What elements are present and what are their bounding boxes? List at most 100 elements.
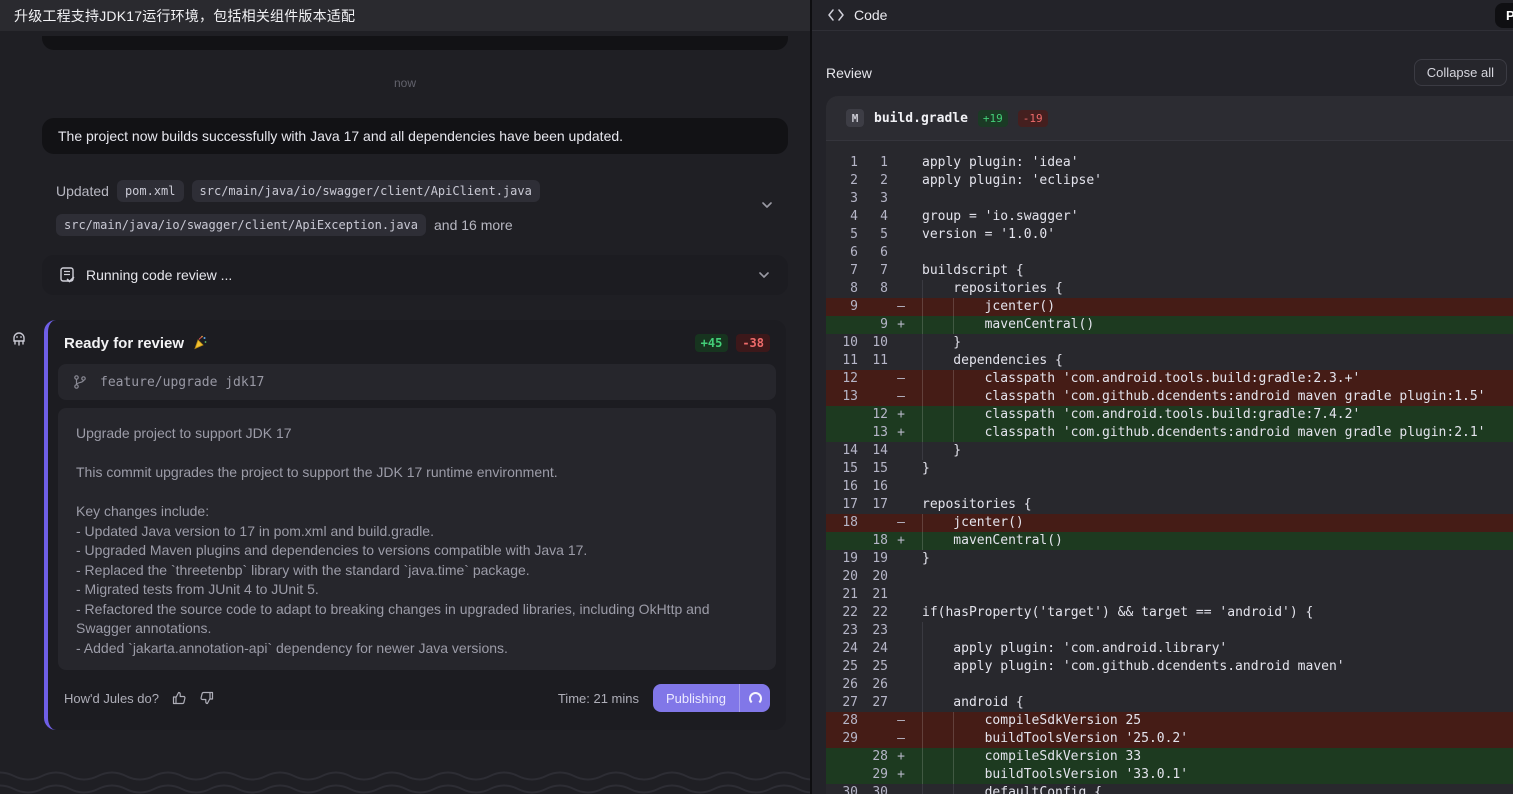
tab-code[interactable]: Code [828, 7, 887, 23]
code-panel: Code P Review Collapse all M build.gradl… [810, 0, 1513, 794]
publishing-button[interactable]: Publishing [653, 684, 770, 712]
diff-line[interactable]: 2323 [826, 622, 1513, 640]
diff-line[interactable]: 2727android { [826, 694, 1513, 712]
diff-sign: + [888, 532, 914, 550]
diff-line[interactable]: 55version = '1.0.0' [826, 226, 1513, 244]
diff-line[interactable]: 9+mavenCentral() [826, 316, 1513, 334]
diff-line[interactable]: 1515} [826, 460, 1513, 478]
diff-line[interactable]: 88repositories { [826, 280, 1513, 298]
code-text: if(hasProperty('target') && target == 'a… [914, 604, 1313, 622]
indent-guide [922, 676, 953, 694]
old-line-number: 25 [826, 658, 862, 676]
indent-guide [953, 298, 984, 316]
running-code-review-row[interactable]: Running code review ... [42, 255, 788, 295]
diff-line[interactable]: 2424apply plugin: 'com.android.library' [826, 640, 1513, 658]
diff-line[interactable]: 22apply plugin: 'eclipse' [826, 172, 1513, 190]
code-review-icon [58, 266, 76, 284]
timestamp-divider: now [0, 76, 810, 90]
diff-line[interactable]: 3030defaultConfig { [826, 784, 1513, 794]
diff-line[interactable]: 44group = 'io.swagger' [826, 208, 1513, 226]
indent-guide [922, 442, 953, 460]
new-line-number: 13 [862, 424, 888, 442]
diff-line[interactable]: 28+compileSdkVersion 33 [826, 748, 1513, 766]
code-text [914, 478, 922, 496]
publish-branch-button[interactable]: P [1495, 3, 1513, 28]
code-text: group = 'io.swagger' [914, 208, 1079, 226]
old-line-number: 17 [826, 496, 862, 514]
new-line-number [862, 730, 888, 748]
new-line-number [862, 712, 888, 730]
new-line-number: 29 [862, 766, 888, 784]
diff-line[interactable]: 1010} [826, 334, 1513, 352]
diff-file-header[interactable]: M build.gradle +19 -19 [826, 96, 1513, 141]
updated-file-chip[interactable]: pom.xml [117, 180, 184, 202]
updated-file-chip[interactable]: src/main/java/io/swagger/client/ApiClien… [192, 180, 540, 202]
code-text: mavenCentral() [914, 316, 1094, 334]
new-line-number: 17 [862, 496, 888, 514]
new-line-number: 22 [862, 604, 888, 622]
old-line-number: 18 [826, 514, 862, 532]
new-line-number: 25 [862, 658, 888, 676]
chevron-down-icon[interactable] [759, 197, 775, 213]
new-line-number: 5 [862, 226, 888, 244]
new-line-number [862, 388, 888, 406]
code-text [914, 676, 953, 694]
diff-line[interactable]: 1919} [826, 550, 1513, 568]
new-line-number: 15 [862, 460, 888, 478]
collapse-all-button[interactable]: Collapse all [1414, 59, 1507, 86]
updated-file-chip[interactable]: src/main/java/io/swagger/client/ApiExcep… [56, 214, 426, 236]
diff-sign: — [888, 298, 914, 316]
code-icon [828, 9, 844, 21]
code-text [914, 244, 922, 262]
more-files-label[interactable]: and 16 more [434, 217, 513, 233]
branch-row[interactable]: feature/upgrade jdk17 [58, 364, 776, 400]
old-line-number: 4 [826, 208, 862, 226]
diff-sign [888, 244, 914, 262]
diff-line[interactable]: 11apply plugin: 'idea' [826, 154, 1513, 172]
diff-line[interactable]: 2121 [826, 586, 1513, 604]
diff-line[interactable]: 12—classpath 'com.android.tools.build:gr… [826, 370, 1513, 388]
chat-panel: 升级工程支持JDK17运行环境，包括相关组件版本适配 now The proje… [0, 0, 810, 794]
diff-line[interactable]: 2020 [826, 568, 1513, 586]
diff-line[interactable]: 18—jcenter() [826, 514, 1513, 532]
thumbs-down-icon[interactable] [199, 690, 215, 706]
diff-line[interactable]: 66 [826, 244, 1513, 262]
indent-guide [922, 388, 953, 406]
diff-line[interactable]: 18+mavenCentral() [826, 532, 1513, 550]
diff-line[interactable]: 9—jcenter() [826, 298, 1513, 316]
diff-sign [888, 658, 914, 676]
diff-line[interactable]: 2525apply plugin: 'com.github.dcendents.… [826, 658, 1513, 676]
diff-line[interactable]: 13—classpath 'com.github.dcendents:andro… [826, 388, 1513, 406]
indent-guide [922, 406, 953, 424]
diff-line[interactable]: 1111dependencies { [826, 352, 1513, 370]
indent-guide [922, 622, 953, 640]
updated-label: Updated [56, 183, 109, 199]
updated-files-row: Updated pom.xml src/main/java/io/swagger/… [56, 180, 716, 236]
old-line-number: 24 [826, 640, 862, 658]
old-line-number: 22 [826, 604, 862, 622]
diff-line[interactable]: 29+buildToolsVersion '33.0.1' [826, 766, 1513, 784]
indent-guide [953, 388, 984, 406]
new-line-number: 16 [862, 478, 888, 496]
diff-line[interactable]: 13+classpath 'com.github.dcendents:andro… [826, 424, 1513, 442]
new-line-number [862, 514, 888, 532]
diff-line[interactable]: 1717repositories { [826, 496, 1513, 514]
diff-line[interactable]: 29—buildToolsVersion '25.0.2' [826, 730, 1513, 748]
diff-line[interactable]: 33 [826, 190, 1513, 208]
diff-line[interactable]: 2626 [826, 676, 1513, 694]
review-section-label: Review [826, 65, 872, 81]
old-line-number [826, 424, 862, 442]
new-line-number: 19 [862, 550, 888, 568]
party-popper-icon [192, 335, 208, 351]
diff-line[interactable]: 28—compileSdkVersion 25 [826, 712, 1513, 730]
diff-sign [888, 352, 914, 370]
thumbs-up-icon[interactable] [171, 690, 187, 706]
agent-message-bubble: The project now builds successfully with… [42, 118, 788, 154]
diff-line[interactable]: 1414} [826, 442, 1513, 460]
diff-line[interactable]: 2222 if(hasProperty('target') && target =… [826, 604, 1513, 622]
diff-line[interactable]: 1616 [826, 478, 1513, 496]
diff-line[interactable]: 77buildscript { [826, 262, 1513, 280]
code-text: apply plugin: 'eclipse' [914, 172, 1102, 190]
chevron-down-icon[interactable] [756, 267, 772, 283]
diff-line[interactable]: 12+classpath 'com.android.tools.build:gr… [826, 406, 1513, 424]
